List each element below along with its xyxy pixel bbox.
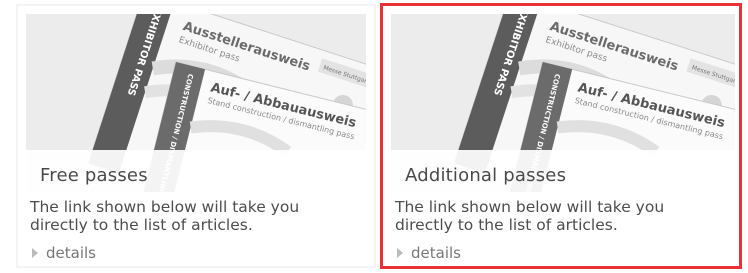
passes-thumbnail-image: EXHIBITOR PASS Ausstellerausweis Exhibit… bbox=[391, 14, 735, 192]
details-link[interactable]: details bbox=[397, 244, 461, 262]
pass-selection-area: EXHIBITOR PASS Ausstellerausweis Exhibit… bbox=[0, 0, 748, 273]
card-free-passes[interactable]: EXHIBITOR PASS Ausstellerausweis Exhibit… bbox=[16, 4, 376, 268]
card-description: The link shown below will take you direc… bbox=[30, 198, 300, 234]
arrow-right-icon bbox=[397, 248, 403, 258]
card-description: The link shown below will take you direc… bbox=[395, 198, 665, 234]
details-link[interactable]: details bbox=[32, 244, 96, 262]
card-title: Free passes bbox=[40, 165, 148, 186]
caption-strip: Free passes bbox=[26, 150, 366, 192]
card-title: Additional passes bbox=[405, 165, 567, 186]
passes-thumbnail-image: EXHIBITOR PASS Ausstellerausweis Exhibit… bbox=[26, 14, 366, 192]
details-label: details bbox=[46, 244, 96, 262]
caption-strip: Additional passes bbox=[391, 150, 735, 192]
card-additional-passes[interactable]: EXHIBITOR PASS Ausstellerausweis Exhibit… bbox=[380, 3, 742, 269]
arrow-right-icon bbox=[32, 248, 38, 258]
details-label: details bbox=[411, 244, 461, 262]
